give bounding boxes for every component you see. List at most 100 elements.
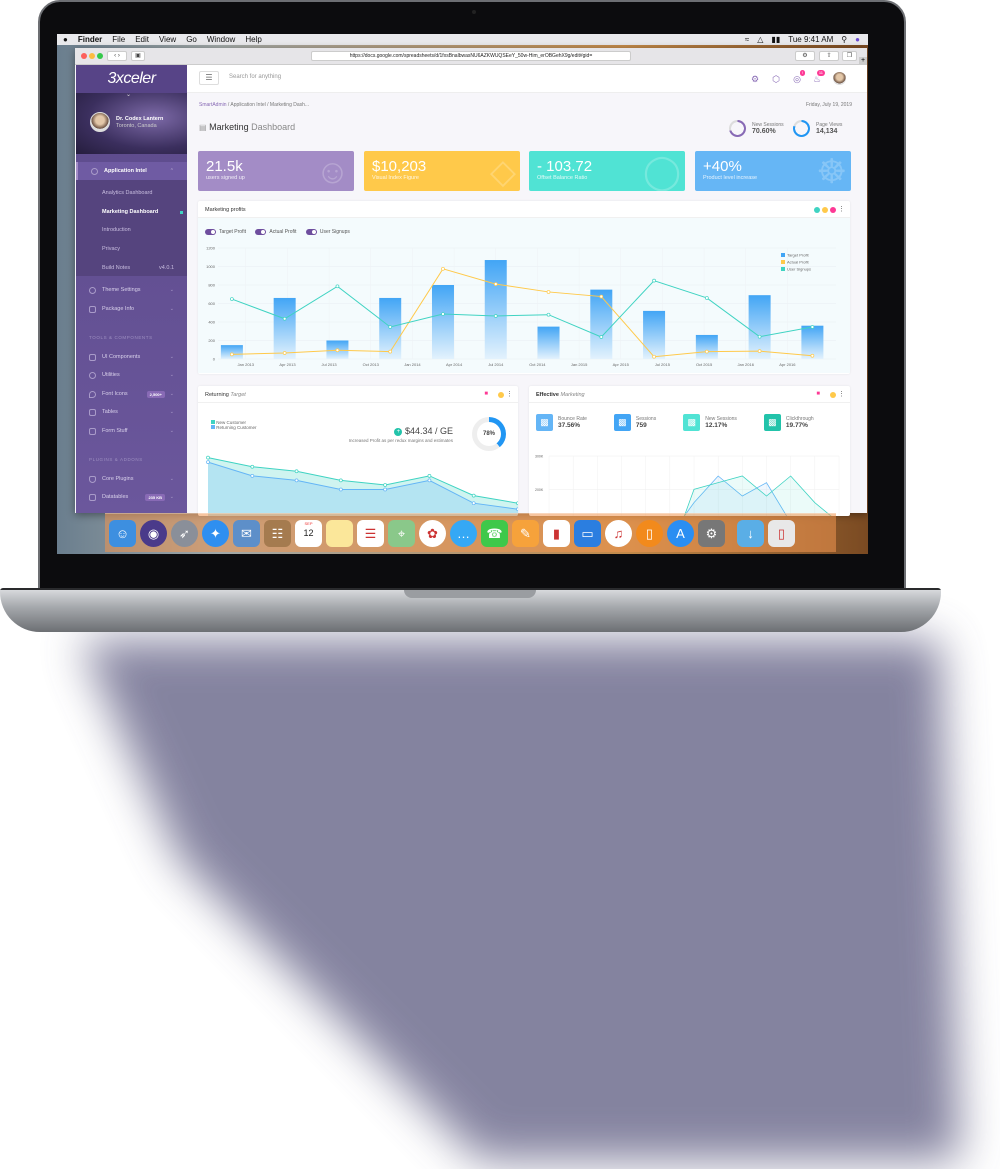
calendar-icon[interactable]: SEP 12 xyxy=(295,519,322,547)
menu-edit[interactable]: Edit xyxy=(135,35,149,44)
minimize-window-button[interactable] xyxy=(89,53,95,59)
sidebar-item-core-plugins[interactable]: Core Plugins ⌄ xyxy=(76,470,187,488)
menu-view[interactable]: View xyxy=(159,35,176,44)
sidebar-item-theme-settings[interactable]: Theme Settings ⌄ xyxy=(76,281,187,299)
launchpad-icon[interactable]: ➶ xyxy=(171,519,198,547)
color-dot-yellow[interactable] xyxy=(498,392,504,398)
profit-text: $44.34 / GE xyxy=(404,426,453,436)
tabs-icon[interactable]: ❐ xyxy=(842,51,857,61)
cube-icon[interactable]: ⬡ xyxy=(770,73,782,85)
user-avatar[interactable] xyxy=(833,72,846,85)
siri-icon[interactable]: ◉ xyxy=(140,519,167,547)
sidebar-item-marketing-dashboard[interactable]: Marketing Dashboard xyxy=(76,203,187,221)
battery-icon[interactable]: ▮▮ xyxy=(771,35,780,44)
sidebar-toggle-icon[interactable]: ▣ xyxy=(131,51,145,61)
sidebar-item-label: Utilities xyxy=(102,372,120,378)
sidebar-item-introduction[interactable]: Introduction xyxy=(76,221,187,239)
color-dot-yellow[interactable] xyxy=(830,392,836,398)
stat-card-product-level[interactable]: +40% Product level increase ☸ xyxy=(695,151,851,191)
zoom-window-button[interactable] xyxy=(97,53,103,59)
point-actual-profit xyxy=(388,349,393,354)
back-forward-buttons[interactable]: ‹ › xyxy=(107,51,127,61)
wifi-icon[interactable]: ≈ xyxy=(745,35,749,44)
menu-finder[interactable]: Finder xyxy=(78,35,102,44)
y-tick-label: 400 xyxy=(208,320,215,325)
airplay-icon[interactable]: △ xyxy=(757,35,763,44)
trash-icon[interactable]: ▯ xyxy=(768,519,795,547)
apple-icon[interactable]: ● xyxy=(63,35,68,44)
mail-icon[interactable]: ✉ xyxy=(233,519,260,547)
sidebar-item-utilities[interactable]: Utilities ⌄ xyxy=(76,366,187,384)
stat-card-offset-balance[interactable]: - 103.72 Offset Balance Ratio ◯ xyxy=(529,151,685,191)
safari-icon[interactable]: ✦ xyxy=(202,519,229,547)
color-dot-yellow[interactable] xyxy=(822,207,828,213)
new-tab-button[interactable]: + xyxy=(859,57,867,65)
sidebar-item-tables[interactable]: Tables ⌄ xyxy=(76,403,187,421)
lock-icon[interactable]: ■ xyxy=(484,391,488,397)
close-window-button[interactable] xyxy=(81,53,87,59)
breadcrumb-item[interactable]: SmartAdmin xyxy=(199,102,227,108)
messages-icon[interactable]: … xyxy=(450,519,477,547)
sidebar-item-datatables[interactable]: Datatables 235 KB ⌄ xyxy=(76,488,187,506)
reminders-icon[interactable]: ☰ xyxy=(357,519,384,547)
menu-window[interactable]: Window xyxy=(207,35,235,44)
downloads-icon[interactable]: ↓ xyxy=(737,519,764,547)
siri-icon[interactable]: ● xyxy=(855,35,860,44)
clock[interactable]: Tue 9:41 AM xyxy=(788,35,833,44)
menu-go[interactable]: Go xyxy=(186,35,197,44)
chevron-down-icon[interactable]: ⌄ xyxy=(126,91,131,98)
breadcrumb-item[interactable]: Application Intel xyxy=(230,102,265,108)
search-input[interactable]: Search for anything xyxy=(229,74,281,80)
sidebar-item-analytics-dashboard[interactable]: Analytics Dashboard xyxy=(76,184,187,202)
logo[interactable]: 3xceler xyxy=(76,65,187,93)
mini-stat-page-views: Page Views 14,134 xyxy=(793,120,842,137)
menu-help[interactable]: Help xyxy=(245,35,261,44)
laptop-base xyxy=(0,590,941,632)
share-icon[interactable]: ⇧ xyxy=(819,51,839,61)
finder-icon[interactable]: ☺ xyxy=(109,519,136,547)
numbers-icon[interactable]: ▮ xyxy=(543,519,570,547)
bar-target-profit xyxy=(220,345,243,359)
extension-icon[interactable]: ⚙ xyxy=(795,51,815,61)
profile-card: ⌄ Dr. Codex Lantern Toronto, Canada xyxy=(76,91,187,154)
point-new-customer xyxy=(294,469,299,474)
settings-icon[interactable]: ⚙ xyxy=(749,73,761,85)
ibooks-icon[interactable]: ▯ xyxy=(636,519,663,547)
avatar[interactable] xyxy=(90,112,110,132)
more-options-icon[interactable]: ⋮ xyxy=(838,205,845,213)
sidebar-item-ui-components[interactable]: UI Components ⌄ xyxy=(76,348,187,366)
pages-icon[interactable]: ✎ xyxy=(512,519,539,547)
point-user-signups xyxy=(493,314,498,318)
sidebar-item-privacy[interactable]: Privacy xyxy=(76,240,187,258)
sidebar-item-application-intel[interactable]: Application Intel ⌃ xyxy=(76,162,187,180)
more-options-icon[interactable]: ⋮ xyxy=(838,390,845,398)
itunes-icon[interactable]: ♫ xyxy=(605,519,632,547)
bell-icon[interactable]: ♨ 11 xyxy=(811,70,825,85)
more-options-icon[interactable]: ⋮ xyxy=(506,390,513,398)
bar-target-profit xyxy=(590,289,613,359)
color-dot-teal[interactable] xyxy=(814,207,820,213)
maps-icon[interactable]: ⌖ xyxy=(388,519,415,547)
sidebar-item-form-stuff[interactable]: Form Stuff ⌄ xyxy=(76,422,187,440)
point-user-signups xyxy=(546,312,551,317)
sidebar-item-build-notes[interactable]: Build Notes v4.0.1 xyxy=(76,259,187,277)
menu-file[interactable]: File xyxy=(112,35,125,44)
facetime-icon[interactable]: ☎ xyxy=(481,519,508,547)
color-dot-pink[interactable] xyxy=(830,207,836,213)
app-store-icon[interactable]: A xyxy=(667,519,694,547)
globe-icon[interactable]: ◎! xyxy=(791,70,805,85)
contacts-icon[interactable]: ☷ xyxy=(264,519,291,547)
hamburger-menu-button[interactable]: ☰ xyxy=(199,71,219,85)
stat-card-users[interactable]: 21.5k users signed up ☺ xyxy=(198,151,354,191)
url-bar[interactable]: https://docs.google.com/spreadsheets/d/1… xyxy=(311,51,631,61)
stat-card-visual-index[interactable]: $10,203 Visual Index Figure ◇ xyxy=(364,151,520,191)
lock-icon[interactable]: ■ xyxy=(816,391,820,397)
photos-icon[interactable]: ✿ xyxy=(419,519,446,547)
spotlight-icon[interactable]: ⚲ xyxy=(841,35,847,44)
edit-icon xyxy=(89,427,96,435)
sidebar-item-package-info[interactable]: Package Info ⌄ xyxy=(76,300,187,318)
sidebar-item-font-icons[interactable]: Font Icons 2,500+ ⌄ xyxy=(76,385,187,403)
notes-icon[interactable] xyxy=(326,519,353,547)
keynote-icon[interactable]: ▭ xyxy=(574,519,601,547)
system-preferences-icon[interactable]: ⚙ xyxy=(698,519,725,547)
